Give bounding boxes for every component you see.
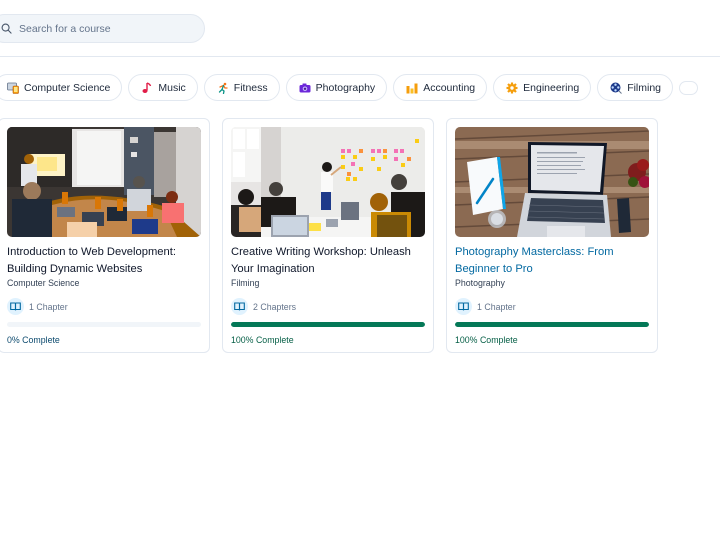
category-label: Computer Science	[24, 81, 111, 94]
search-icon	[1, 23, 12, 34]
category-list: Computer Science Music Fitness Photograp…	[0, 74, 699, 101]
top-bar	[0, 0, 720, 57]
progress-bar	[7, 322, 201, 327]
course-list: Introduction to Web Development: Buildin…	[0, 118, 658, 353]
book-open-icon	[7, 298, 24, 315]
category-label: Fitness	[233, 81, 268, 94]
category-label: Accounting	[423, 81, 476, 94]
category-photography[interactable]: Photography	[285, 74, 388, 101]
course-chapters: 1 Chapter	[455, 298, 649, 315]
chapters-count: 2 Chapters	[253, 301, 297, 312]
running-icon	[217, 82, 229, 94]
progress-fill	[455, 322, 649, 327]
course-card[interactable]: Introduction to Web Development: Buildin…	[0, 118, 210, 353]
course-thumbnail	[455, 127, 649, 237]
progress-bar	[455, 322, 649, 327]
search-bar[interactable]	[0, 14, 205, 43]
laptop-on-desk-photo	[455, 127, 649, 237]
category-engineering[interactable]: Engineering	[493, 74, 592, 101]
film-reel-icon	[610, 82, 623, 94]
category-accounting[interactable]: Accounting	[393, 74, 488, 101]
category-empty[interactable]	[679, 80, 699, 95]
category-label: Engineering	[523, 81, 580, 94]
category-label: Photography	[315, 81, 376, 94]
progress-bar	[231, 322, 425, 327]
search-input[interactable]	[19, 22, 189, 35]
course-card[interactable]: Photography Masterclass: From Beginner t…	[446, 118, 658, 353]
course-title[interactable]: Introduction to Web Development: Buildin…	[7, 244, 201, 278]
course-chapters: 2 Chapters	[231, 298, 425, 315]
chapters-count: 1 Chapter	[477, 301, 516, 312]
progress-label: 0% Complete	[7, 335, 60, 345]
category-label: Music	[158, 81, 186, 94]
category-filming[interactable]: Filming	[597, 74, 674, 101]
course-title[interactable]: Photography Masterclass: From Beginner t…	[455, 244, 649, 278]
camera-icon	[299, 82, 311, 94]
category-computer-science[interactable]: Computer Science	[0, 74, 123, 101]
category-label: Filming	[627, 81, 662, 94]
category-music[interactable]: Music	[128, 74, 198, 101]
course-card[interactable]: Creative Writing Workshop: Unleash Your …	[222, 118, 434, 353]
course-category: Filming	[231, 278, 260, 288]
progress-fill	[231, 322, 425, 327]
course-category: Computer Science	[7, 278, 80, 288]
music-note-icon	[141, 81, 153, 94]
gear-icon	[506, 82, 518, 94]
course-thumbnail	[7, 127, 201, 237]
course-chapters: 1 Chapter	[7, 298, 201, 315]
sticky-notes-whiteboard-photo	[231, 127, 425, 237]
book-open-icon	[231, 298, 248, 315]
progress-label: 100% Complete	[231, 335, 294, 345]
category-fitness[interactable]: Fitness	[203, 74, 280, 101]
computer-icon	[7, 82, 19, 94]
book-open-icon	[455, 298, 472, 315]
course-thumbnail	[231, 127, 425, 237]
progress-label: 100% Complete	[455, 335, 518, 345]
course-title[interactable]: Creative Writing Workshop: Unleash Your …	[231, 244, 425, 278]
course-category: Photography	[455, 278, 505, 288]
chapters-count: 1 Chapter	[29, 301, 68, 312]
bar-chart-icon	[406, 82, 418, 94]
meeting-room-photo	[7, 127, 201, 237]
